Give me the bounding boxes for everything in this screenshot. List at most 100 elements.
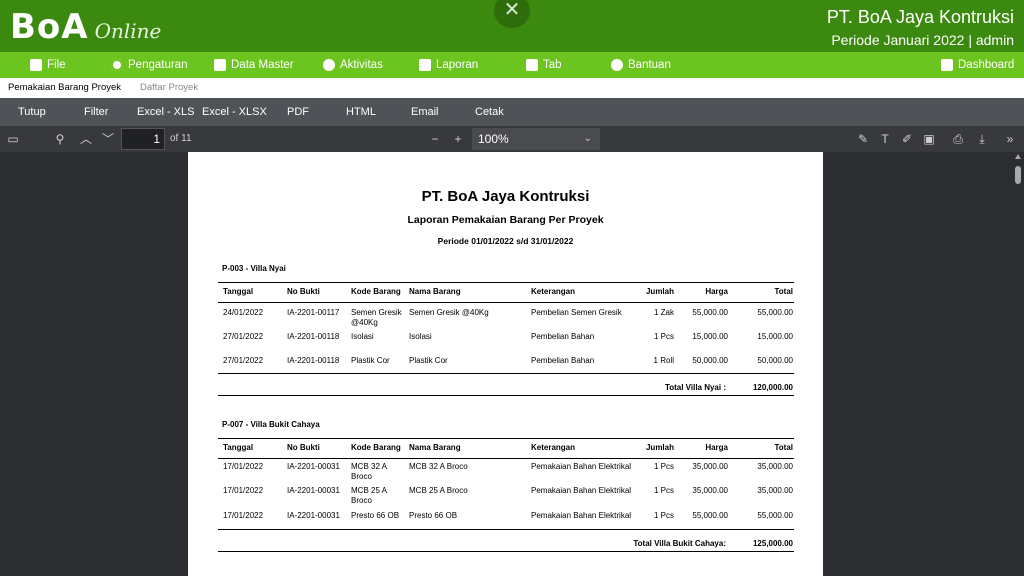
menu-data-master[interactable]: Data Master: [214, 52, 294, 78]
tab-daftar-proyek[interactable]: Daftar Proyek: [140, 78, 198, 98]
download-icon[interactable]: ⤓: [974, 131, 990, 147]
table-cell-tanggal: 27/01/2022: [223, 356, 264, 365]
report-subtitle: Laporan Pemakaian Barang Per Proyek: [407, 214, 604, 226]
menu-label: Dashboard: [958, 59, 1015, 71]
table-rule: [218, 458, 794, 459]
main-menu: File Pengaturan Data Master Aktivitas La…: [0, 52, 1024, 78]
period-user: Periode Januari 2022 | admin: [831, 32, 1014, 48]
draw-icon[interactable]: ✐: [899, 131, 915, 147]
table-cell-kode: Isolasi: [351, 332, 374, 341]
table-cell-tanggal: 17/01/2022: [223, 462, 264, 471]
text-icon[interactable]: T: [877, 131, 893, 147]
table-cell-harga: 35,000.00: [692, 462, 728, 471]
highlight-icon[interactable]: ✎: [855, 131, 871, 147]
logo-mark: BoA: [10, 7, 89, 47]
table-cell-kode: MCB 32 A Broco: [351, 462, 387, 481]
table-cell-jumlah: 1 Zak: [653, 308, 674, 317]
table-cell-nama: MCB 32 A Broco: [409, 462, 468, 471]
tutup-button[interactable]: Tutup: [18, 98, 46, 126]
column-header: Kode Barang: [351, 443, 401, 452]
menu-pengaturan[interactable]: Pengaturan: [111, 52, 187, 78]
report-table: Tanggal No Bukti Kode Barang Nama Barang Ket…: [218, 438, 794, 557]
column-header: Tanggal: [223, 443, 254, 452]
table-cell-kode: MCB 25 A Broco: [351, 486, 387, 505]
column-header: No Bukti: [287, 287, 320, 296]
menu-tab[interactable]: Tab: [526, 52, 562, 78]
menu-label: File: [47, 59, 66, 71]
table-rule: [218, 302, 794, 303]
excel-xlsx-button[interactable]: Excel - XLSX: [202, 98, 267, 126]
scrollbar[interactable]: [1012, 152, 1024, 576]
table-cell-total: 50,000.00: [757, 356, 793, 365]
close-icon[interactable]: ✕: [494, 0, 530, 28]
print-icon[interactable]: ⎙: [950, 131, 966, 147]
app-header: BoA Online ✕ PT. BoA Jaya Kontruksi Peri…: [0, 0, 1024, 52]
column-header: Tanggal: [223, 287, 254, 296]
excel-xls-button[interactable]: Excel - XLS: [137, 98, 194, 126]
zoom-in-icon[interactable]: +: [450, 131, 466, 147]
table-cell-total: 55,000.00: [757, 308, 793, 317]
report-icon: [419, 59, 431, 71]
scroll-up-icon[interactable]: [1015, 154, 1021, 159]
menu-dashboard[interactable]: Dashboard: [941, 52, 1014, 78]
scrollbar-thumb[interactable]: [1015, 166, 1021, 184]
zoom-select[interactable]: 100% ⌄: [472, 128, 600, 150]
menu-label: Bantuan: [628, 59, 671, 71]
image-icon[interactable]: ▣: [921, 131, 937, 147]
pdf-button[interactable]: PDF: [287, 98, 309, 126]
table-cell-jumlah: 1 Pcs: [653, 486, 674, 495]
table-cell-jumlah: 1 Pcs: [653, 511, 674, 520]
table-cell-no-bukti: IA-2201-00031: [287, 511, 340, 520]
menu-file[interactable]: File: [30, 52, 66, 78]
menu-label: Laporan: [436, 59, 479, 71]
table-cell-total: 35,000.00: [757, 462, 793, 471]
menu-laporan[interactable]: Laporan: [419, 52, 478, 78]
filter-button[interactable]: Filter: [84, 98, 108, 126]
report-period: Periode 01/01/2022 s/d 31/01/2022: [437, 236, 574, 246]
column-header: No Bukti: [287, 443, 320, 452]
table-cell-no-bukti: IA-2201-00031: [287, 486, 340, 495]
table-cell-harga: 50,000.00: [692, 356, 728, 365]
table-cell-total: 15,000.00: [757, 332, 793, 341]
menu-bantuan[interactable]: Bantuan: [611, 52, 671, 78]
help-icon: [611, 59, 623, 71]
search-icon[interactable]: ⚲: [52, 131, 68, 147]
table-rule: [218, 395, 794, 396]
table-cell-nama: Presto 66 OB: [409, 511, 458, 520]
table-cell-tanggal: 17/01/2022: [223, 511, 264, 520]
report-table: Tanggal No Bukti Kode Barang Nama Barang Ket…: [218, 282, 794, 401]
email-button[interactable]: Email: [411, 98, 439, 126]
column-header: Harga: [705, 287, 728, 296]
group-title: P-007 - Villa Bukit Cahaya: [222, 420, 320, 429]
zoom-out-icon[interactable]: −: [427, 131, 443, 147]
table-cell-kode: Semen Gresik @40Kg: [351, 308, 402, 327]
table-cell-harga: 35,000.00: [692, 486, 728, 495]
menu-label: Pengaturan: [128, 59, 188, 71]
page-count: of 11: [170, 133, 192, 144]
report-actions: Tutup Filter Excel - XLS Excel - XLSX PD…: [0, 98, 1024, 126]
column-header: Nama Barang: [409, 287, 461, 296]
table-rule: [218, 551, 794, 552]
page-number-input[interactable]: 1: [121, 128, 165, 150]
table-cell-kode: Presto 66 OB: [351, 511, 400, 520]
chevron-up-icon[interactable]: ︿: [78, 131, 94, 147]
more-tools-icon[interactable]: »: [1002, 131, 1018, 147]
table-cell-tanggal: 24/01/2022: [223, 308, 264, 317]
group-total-label: Total Villa Nyai :: [664, 383, 726, 392]
column-header: Total: [774, 287, 793, 296]
chevron-down-icon: ⌄: [583, 133, 592, 144]
database-icon: [214, 59, 226, 71]
activity-icon: [323, 59, 335, 71]
sidebar-toggle-icon[interactable]: ▭: [5, 131, 21, 147]
cetak-button[interactable]: Cetak: [475, 98, 504, 126]
table-cell-harga: 15,000.00: [692, 332, 728, 341]
tab-pemakaian-barang-proyek[interactable]: Pemakaian Barang Proyek: [8, 78, 121, 98]
column-header: Nama Barang: [409, 443, 461, 452]
html-button[interactable]: HTML: [346, 98, 376, 126]
table-cell-harga: 55,000.00: [692, 308, 728, 317]
chevron-down-icon[interactable]: ﹀: [100, 131, 116, 147]
column-header: Jumlah: [645, 287, 674, 296]
menu-aktivitas[interactable]: Aktivitas: [323, 52, 383, 78]
column-header: Jumlah: [645, 443, 674, 452]
column-header: Total: [774, 443, 793, 452]
